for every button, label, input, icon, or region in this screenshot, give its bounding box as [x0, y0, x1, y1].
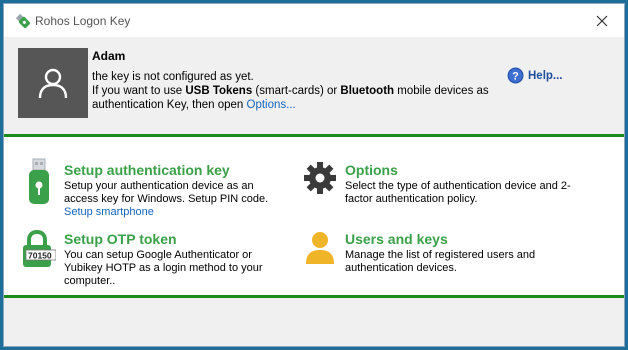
avatar: [18, 48, 88, 118]
status-message: the key is not configured as yet. If you…: [92, 70, 492, 112]
options-link[interactable]: Options...: [247, 99, 296, 111]
options-description: Select the type of authentication device…: [345, 180, 571, 205]
svg-text:?: ?: [512, 71, 519, 83]
title-bar[interactable]: Rohos Logon Key: [4, 4, 624, 37]
bluetooth-label: Bluetooth: [340, 85, 395, 97]
otp-title[interactable]: Setup OTP token: [64, 231, 177, 247]
hint-text: If you want to use: [92, 85, 186, 97]
user-silhouette-icon: [38, 68, 68, 99]
status-line: the key is not configured as yet.: [92, 71, 254, 83]
tile-setup-authentication-key[interactable]: Setup authentication key Setup your auth…: [20, 157, 290, 219]
window-title: Rohos Logon Key: [35, 14, 131, 28]
tile-users-and-keys[interactable]: Users and keys Manage the list of regist…: [300, 226, 600, 276]
options-title[interactable]: Options: [345, 162, 398, 178]
usb-key-icon: [15, 13, 30, 28]
otp-code-text: 70150: [28, 251, 52, 261]
help-link[interactable]: ? Help...: [507, 67, 563, 84]
gear-icon: [304, 162, 336, 194]
usage-hint: If you want to use USB Tokens (smart-car…: [92, 84, 492, 112]
close-icon: [596, 15, 608, 26]
usb-key-icon: [29, 158, 49, 204]
user-name: Adam: [92, 49, 126, 63]
close-button[interactable]: [580, 4, 624, 37]
setup-key-title[interactable]: Setup authentication key: [64, 162, 230, 178]
setup-key-text: Setup your authentication device as an a…: [64, 180, 269, 205]
user-icon: [306, 232, 334, 264]
tile-setup-otp-token[interactable]: 70150 Setup OTP token You can setup Goog…: [20, 226, 290, 287]
usb-tokens-label: USB Tokens: [185, 85, 253, 97]
user-header: Adam the key is not configured as yet. I…: [4, 37, 624, 134]
setup-smartphone-link[interactable]: Setup smartphone: [64, 206, 154, 218]
help-label: Help...: [528, 69, 563, 82]
hint-text: (smart-cards) or: [252, 85, 341, 97]
footer: [4, 298, 624, 346]
action-panel: Setup authentication key Setup your auth…: [4, 137, 624, 295]
setup-key-description: Setup your authentication device as an a…: [64, 180, 289, 219]
otp-description: You can setup Google Authenticator or Yu…: [64, 249, 263, 287]
help-icon: ?: [507, 67, 524, 84]
otp-lock-icon: 70150: [23, 230, 56, 267]
users-title[interactable]: Users and keys: [345, 231, 448, 247]
tile-options[interactable]: Options Select the type of authenticatio…: [300, 157, 600, 207]
users-description: Manage the list of registered users and …: [345, 249, 536, 274]
app-window: Rohos Logon Key Adam the key is not conf…: [3, 3, 625, 347]
